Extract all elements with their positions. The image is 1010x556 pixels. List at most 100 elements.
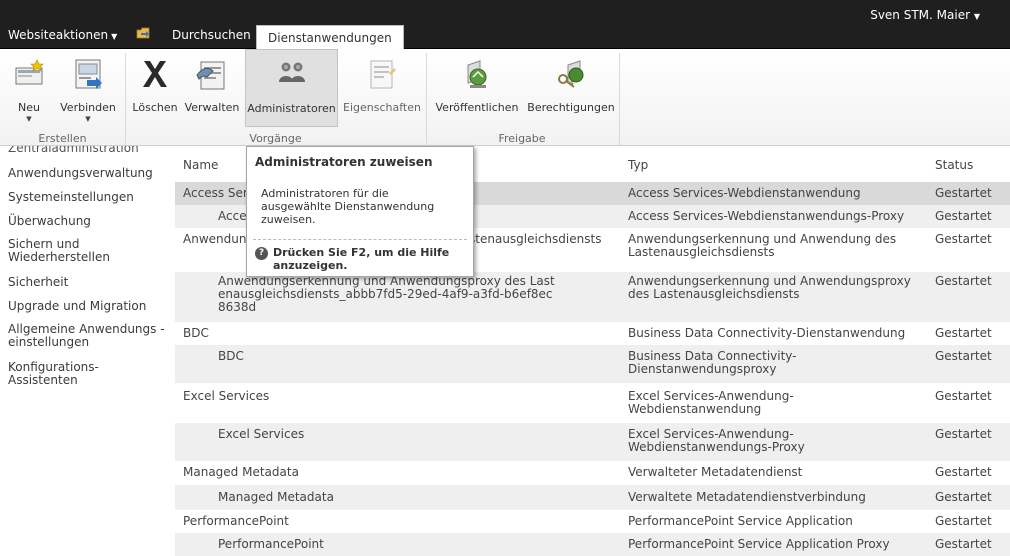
properties-icon xyxy=(370,60,396,89)
connect-label: Verbinden xyxy=(60,101,116,114)
nav-security[interactable]: Sicherheit xyxy=(8,276,168,289)
tooltip-help: ? Drücken Sie F2, um die Hilfe anzuzeige… xyxy=(255,246,465,272)
row-type: Anwendungserkennung und Anwendung des La… xyxy=(628,232,897,259)
row-name[interactable]: Excel Services xyxy=(218,428,618,441)
group-sharing-label: Freigabe xyxy=(498,132,546,145)
row-name[interactable]: Managed Metadata xyxy=(218,491,618,504)
nav-configuration-wizards[interactable]: Konfigurations-Assistenten xyxy=(8,361,168,387)
user-menu[interactable]: Sven STM. Maier ▼ xyxy=(870,8,980,22)
new-icon xyxy=(15,59,44,85)
table-row[interactable]: Excel Services Excel Services-Anwendung-… xyxy=(175,383,1010,423)
row-status: Gestartet xyxy=(935,326,992,340)
manage-icon xyxy=(196,61,225,90)
top-bar: Websiteaktionen ▼ Durchsuchen Dienstanwen… xyxy=(0,0,1010,50)
table-row[interactable]: PerformancePoint PerformancePoint Servic… xyxy=(175,510,1010,533)
permissions-button[interactable]: Berechtigungen xyxy=(526,49,616,127)
new-label: Neu xyxy=(18,101,40,114)
connect-button[interactable]: Verbinden ▼ xyxy=(56,49,120,127)
row-status: Gestartet xyxy=(935,389,992,403)
nav-system-settings[interactable]: Systemeinstellungen xyxy=(8,191,168,204)
row-type: Excel Services-Anwendung-Webdienstanwend… xyxy=(628,427,805,454)
chevron-down-icon: ▼ xyxy=(85,115,91,123)
publish-button[interactable]: Veröffentlichen xyxy=(430,49,524,127)
connect-icon xyxy=(75,59,102,89)
header-status[interactable]: Status xyxy=(935,158,973,172)
tooltip-title: Administratoren zuweisen xyxy=(255,155,433,169)
delete-label: Löschen xyxy=(132,101,178,114)
nav-monitoring[interactable]: Überwachung xyxy=(8,215,168,228)
row-status: Gestartet xyxy=(935,465,992,479)
permissions-icon xyxy=(558,60,584,88)
manage-button[interactable]: Verwalten xyxy=(182,49,242,127)
user-name: Sven STM. Maier xyxy=(870,8,971,22)
row-status: Gestartet xyxy=(935,186,992,200)
table-row[interactable]: BDC Business Data Connectivity-Dienstanw… xyxy=(175,322,1010,345)
chevron-down-icon: ▼ xyxy=(111,32,118,41)
row-status: Gestartet xyxy=(935,490,992,504)
row-type: Anwendungserkennung und Anwendungsproxy … xyxy=(628,274,911,301)
nav-central-admin-label: Zentraladministration xyxy=(8,146,139,155)
nav-general-settings[interactable]: Allgemeine Anwendungs - einstellungen xyxy=(8,323,168,349)
manage-label: Verwalten xyxy=(184,101,240,114)
tab-service-applications[interactable]: Dienstanwendungen xyxy=(256,25,404,50)
row-name[interactable]: PerformancePoint xyxy=(218,538,618,551)
table-row[interactable]: PerformancePoint PerformancePoint Servic… xyxy=(175,533,1010,556)
group-operations-label: Vorgänge xyxy=(249,132,302,145)
table-row[interactable]: Managed Metadata Verwalteter Metadatendi… xyxy=(175,461,1010,485)
chevron-down-icon: ▼ xyxy=(26,115,32,123)
help-icon: ? xyxy=(255,247,268,260)
row-name[interactable]: Managed Metadata xyxy=(183,466,623,479)
row-type: Excel Services-Anwendung-Webdienstanwend… xyxy=(628,389,794,416)
properties-label: Eigenschaften xyxy=(343,101,421,114)
row-type: Verwalteter Metadatendienst xyxy=(628,465,803,479)
ribbon-separator xyxy=(619,53,620,145)
tooltip-help-text: Drücken Sie F2, um die Hilfe anzuzeigen. xyxy=(273,246,450,272)
publish-label: Veröffentlichen xyxy=(435,101,519,114)
chevron-down-icon: ▼ xyxy=(973,12,980,21)
nav-upgrade-migration[interactable]: Upgrade und Migration xyxy=(8,300,168,313)
site-actions-label: Websiteaktionen xyxy=(8,28,109,42)
header-name[interactable]: Name xyxy=(183,158,218,172)
table-row[interactable]: Anwendungserkennung und Anwendungsproxy … xyxy=(175,272,1010,322)
row-type: PerformancePoint Service Application Pro… xyxy=(628,537,890,551)
administrators-tooltip: Administratoren zuweisen Administratoren… xyxy=(246,146,474,277)
new-button[interactable]: Neu ▼ xyxy=(6,49,52,127)
table-row[interactable]: Excel Services Excel Services-Anwendung-… xyxy=(175,423,1010,461)
tab-browse[interactable]: Durchsuchen xyxy=(172,28,251,42)
nav-central-admin[interactable]: Zentraladministration xyxy=(8,146,168,156)
nav-backup-restore[interactable]: Sichern und Wiederherstellen xyxy=(8,238,168,264)
nav-application-management[interactable]: Anwendungsverwaltung xyxy=(8,167,168,180)
table-row[interactable]: BDC Business Data Connectivity-Dienstanw… xyxy=(175,345,1010,383)
properties-button[interactable]: Eigenschaften xyxy=(340,49,424,127)
row-status: Gestartet xyxy=(935,209,992,223)
tooltip-divider xyxy=(253,239,467,240)
administrators-icon xyxy=(278,62,305,82)
row-type: Business Data Connectivity-Dienstanwendu… xyxy=(628,326,906,340)
row-status: Gestartet xyxy=(935,274,992,288)
site-actions-menu[interactable]: Websiteaktionen ▼ xyxy=(8,28,117,42)
row-type: Business Data Connectivity-Dienstanwendu… xyxy=(628,349,797,376)
group-create-label: Erstellen xyxy=(38,132,87,145)
row-type: Access Services-Webdienstanwendungs-Prox… xyxy=(628,209,905,223)
row-status: Gestartet xyxy=(935,349,992,363)
row-name[interactable]: BDC xyxy=(183,327,623,340)
row-name[interactable]: Anwendungserkennung und Anwendungsproxy … xyxy=(218,275,558,314)
administrators-button[interactable]: Administratoren xyxy=(245,49,338,127)
row-name[interactable]: Excel Services xyxy=(183,390,623,403)
row-type: PerformancePoint Service Application xyxy=(628,514,853,528)
row-status: Gestartet xyxy=(935,537,992,551)
delete-button[interactable]: Löschen xyxy=(130,49,180,127)
ribbon: Neu ▼ Verbinden ▼ Erstellen Löschen Verw… xyxy=(0,49,1010,146)
folder-icon[interactable] xyxy=(136,27,150,39)
row-name[interactable]: PerformancePoint xyxy=(183,515,623,528)
table-row[interactable]: Managed Metadata Verwaltete Metadatendie… xyxy=(175,485,1010,510)
row-status: Gestartet xyxy=(935,514,992,528)
permissions-label: Berechtigungen xyxy=(527,101,615,114)
row-name[interactable]: BDC xyxy=(218,350,618,363)
delete-icon xyxy=(143,61,167,87)
header-type[interactable]: Typ xyxy=(628,158,648,172)
row-type: Verwaltete Metadatendienstverbindung xyxy=(628,490,866,504)
administrators-label: Administratoren xyxy=(247,102,336,115)
row-status: Gestartet xyxy=(935,232,992,246)
row-status: Gestartet xyxy=(935,427,992,441)
